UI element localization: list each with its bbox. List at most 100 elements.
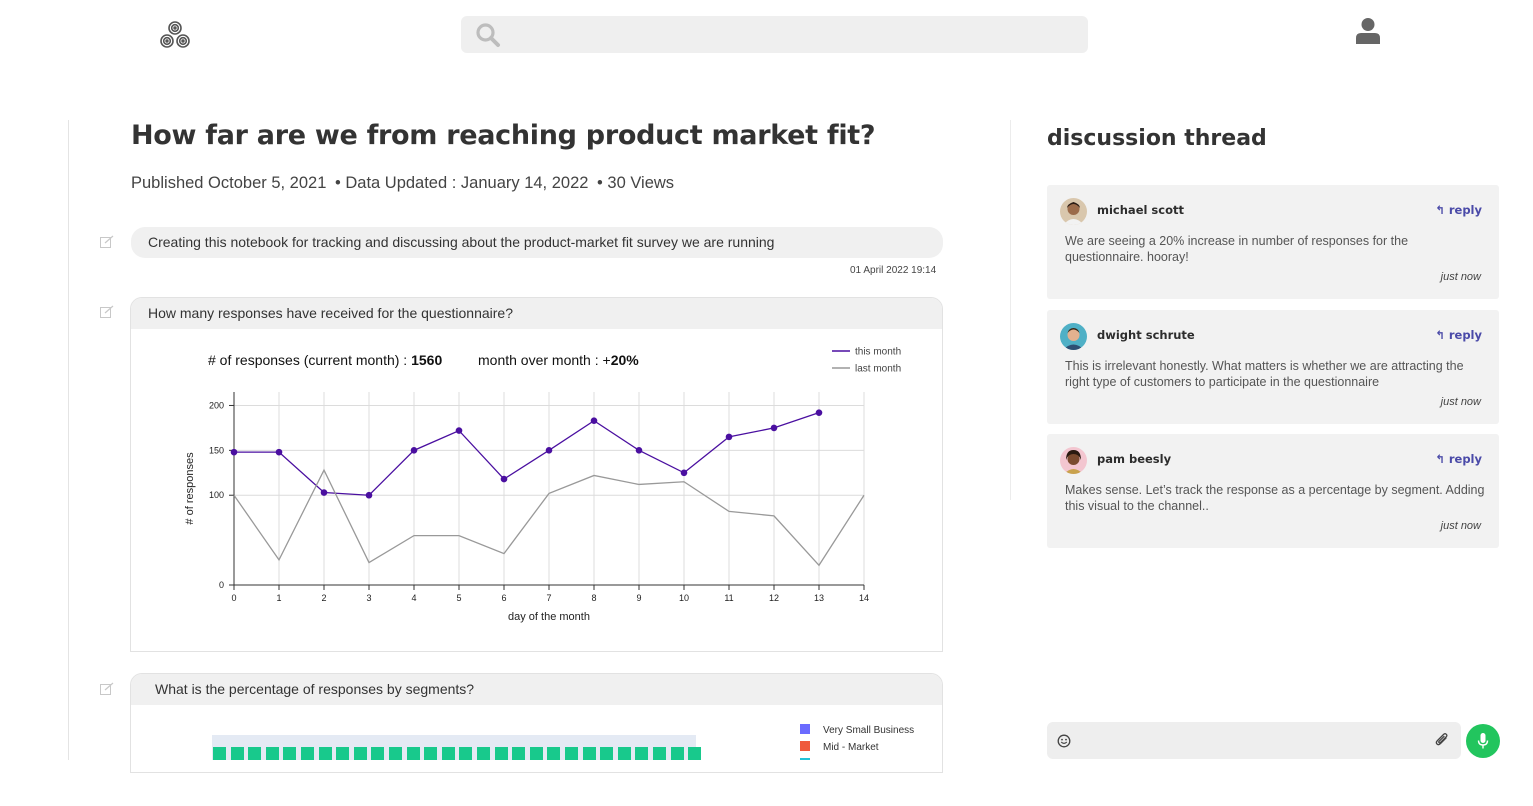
comment-card: michael scott ↰ reply We are seeing a 20… — [1047, 185, 1499, 299]
comment-body: Makes sense. Let’s track the response as… — [1065, 483, 1485, 513]
reply-label: reply — [1448, 203, 1482, 217]
x-tick-label: 9 — [636, 593, 641, 603]
triskele-logo-icon[interactable] — [158, 18, 192, 52]
reply-icon: ↰ — [1435, 452, 1449, 466]
data-point — [725, 433, 733, 441]
message-input[interactable] — [1081, 722, 1425, 761]
x-tick-label: 13 — [814, 593, 824, 603]
data-point — [815, 409, 823, 416]
smiley-icon[interactable] — [1057, 734, 1071, 748]
comment-author: michael scott — [1097, 203, 1184, 217]
comment-time: just now — [1440, 396, 1481, 408]
segment-square — [494, 747, 508, 760]
user-icon[interactable] — [1355, 17, 1381, 45]
legend-swatch — [800, 741, 810, 751]
y-tick-label: 100 — [209, 490, 224, 500]
comment-time: just now — [1440, 271, 1481, 283]
data-point — [770, 424, 778, 432]
segment-square — [248, 747, 262, 760]
x-tick-label: 7 — [546, 593, 551, 603]
data-point — [680, 469, 688, 477]
search-input[interactable] — [513, 16, 1077, 55]
reply-button[interactable]: ↰ reply — [1435, 452, 1482, 466]
comment-author: dwight schrute — [1097, 328, 1195, 342]
x-tick-label: 3 — [366, 593, 371, 603]
y-axis-label: # of responses — [184, 452, 196, 525]
page-meta: Published October 5, 2021 • Data Updated… — [131, 174, 678, 193]
reply-icon: ↰ — [1435, 203, 1449, 217]
segment-square — [459, 747, 473, 760]
segment-square — [529, 747, 543, 760]
segment-square — [230, 747, 244, 760]
y-tick-label: 150 — [209, 445, 224, 455]
legend-label: last month — [855, 364, 901, 375]
search-bar[interactable] — [461, 16, 1088, 55]
note-cell[interactable]: Creating this notebook for tracking and … — [131, 227, 943, 258]
x-axis-label: day of the month — [508, 611, 590, 623]
data-point — [635, 447, 643, 454]
comment-time: just now — [1440, 520, 1481, 532]
reply-button[interactable]: ↰ reply — [1435, 203, 1482, 217]
microphone-button[interactable] — [1466, 724, 1500, 758]
comment-body: This is irrelevant honestly. What matter… — [1065, 359, 1464, 389]
search-icon — [476, 23, 500, 47]
y-tick-label: 200 — [209, 400, 224, 410]
segment-square — [512, 747, 526, 760]
reply-label: reply — [1448, 328, 1482, 342]
message-composer[interactable] — [1047, 722, 1461, 761]
edit-icon[interactable] — [100, 235, 114, 249]
x-tick-label: 4 — [411, 593, 416, 603]
y-tick-label: 0 — [219, 580, 224, 590]
left-rail-divider — [68, 120, 69, 760]
page-title: How far are we from reaching product mar… — [131, 120, 876, 151]
segment-square — [406, 747, 420, 760]
segment-square — [477, 747, 490, 760]
data-point — [545, 447, 553, 454]
segment-square — [389, 747, 402, 760]
microphone-icon — [1477, 733, 1489, 749]
segments-chart: Very Small Business Mid - Market — [131, 705, 942, 760]
paperclip-icon[interactable] — [1435, 732, 1449, 748]
cell-question: How many responses have received for the… — [131, 298, 942, 329]
segment-bar — [212, 747, 702, 760]
x-tick-label: 10 — [679, 593, 689, 603]
discussion-title: discussion thread — [1047, 126, 1267, 151]
data-point — [230, 448, 238, 456]
segment-square — [371, 747, 385, 760]
responses-line-chart: 0 1 2 3 4 5 6 7 8 9 10 11 12 13 140100150200day of the… — [184, 347, 901, 624]
data-point — [320, 489, 328, 496]
segment-square — [635, 747, 649, 760]
published-date: Published October 5, 2021 — [131, 174, 327, 192]
series-line — [234, 412, 820, 496]
view-count: • 30 Views — [597, 174, 675, 192]
avatar — [1060, 323, 1087, 350]
legend-swatch — [800, 724, 810, 734]
note-timestamp: 01 April 2022 19:14 — [850, 265, 937, 276]
segment-square — [547, 747, 561, 760]
cell-question: What is the percentage of responses by s… — [131, 674, 942, 705]
data-point — [500, 475, 508, 483]
legend-label: this month — [855, 347, 901, 358]
edit-icon[interactable] — [100, 305, 114, 319]
segment-square — [353, 747, 367, 760]
data-updated-date: • Data Updated : January 14, 2022 — [334, 174, 589, 192]
legend-item: Mid - Market — [800, 741, 879, 753]
data-point — [410, 447, 418, 454]
avatar — [1060, 198, 1087, 225]
reply-icon: ↰ — [1435, 328, 1449, 342]
segment-square — [688, 747, 702, 760]
x-tick-label: 11 — [724, 593, 733, 603]
x-tick-label: 1 — [276, 593, 281, 603]
reply-label: reply — [1448, 452, 1482, 466]
comment-body: We are seeing a 20% increase in number o… — [1065, 234, 1409, 264]
data-point — [365, 491, 373, 499]
x-tick-label: 2 — [321, 593, 326, 603]
segment-square — [336, 747, 350, 760]
segment-square — [265, 747, 279, 760]
reply-button[interactable]: ↰ reply — [1435, 328, 1482, 342]
segment-square — [565, 747, 578, 760]
segment-square — [670, 747, 684, 760]
segment-square — [600, 747, 614, 760]
edit-icon[interactable] — [100, 682, 114, 696]
x-tick-label: 14 — [859, 593, 869, 603]
